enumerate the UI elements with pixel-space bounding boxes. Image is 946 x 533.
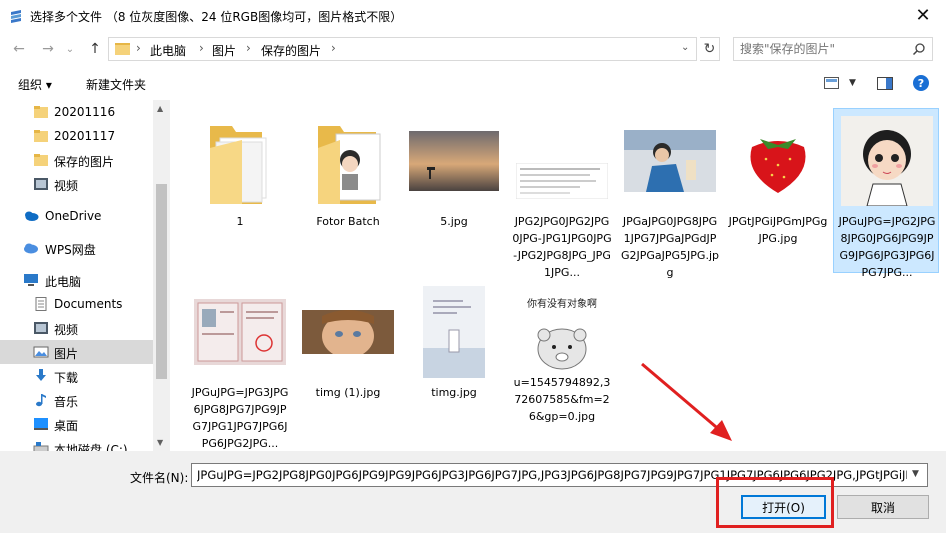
file-open-dialog: 选择多个文件 （8 位灰度图像、24 位RGB图像均可，图片格式不限） ✕ ← … bbox=[0, 0, 946, 533]
cancel-button-label: 取消 bbox=[870, 500, 895, 515]
filename-label: 文件名(N): bbox=[130, 471, 189, 485]
cancel-button[interactable]: 取消 bbox=[837, 495, 929, 519]
highlight-box bbox=[716, 477, 834, 528]
chevron-down-icon[interactable]: ▼ bbox=[912, 469, 946, 479]
